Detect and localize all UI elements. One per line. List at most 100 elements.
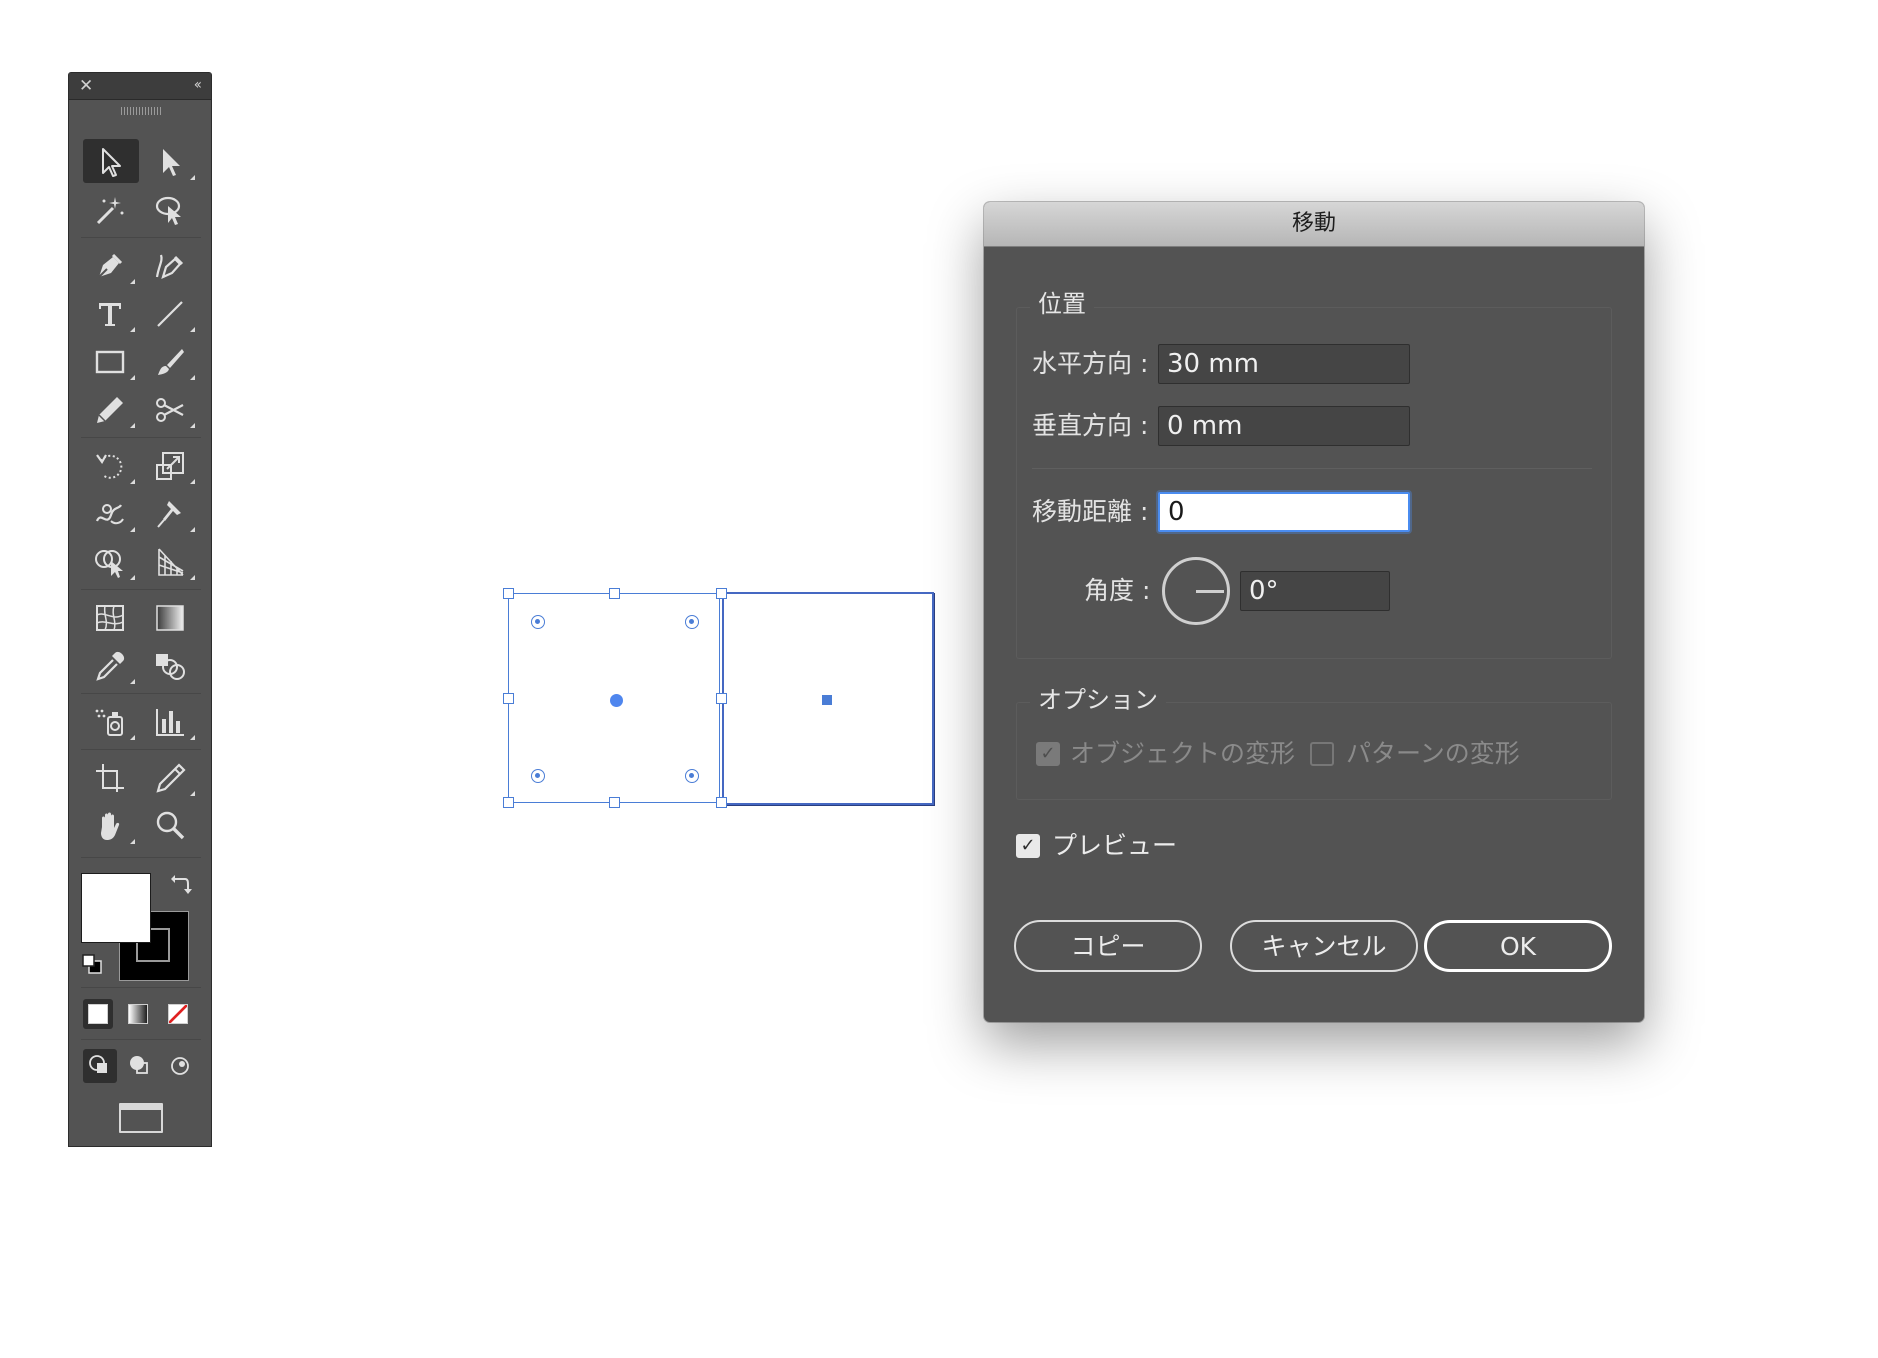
angle-dial[interactable] [1162,557,1230,625]
gradient-tool[interactable] [143,595,199,639]
preview-label: プレビュー [1052,831,1178,860]
preview-center-point [822,695,832,705]
gradient-tool-icon [156,605,184,631]
shape-builder-tool[interactable] [83,539,139,583]
column-graph-tool-icon [156,709,184,736]
mesh-tool-icon [96,605,124,631]
eyedropper-tool[interactable] [83,643,139,687]
color-mode-button[interactable] [83,999,113,1029]
bounding-box-handle-bl[interactable] [503,797,514,808]
blend-tool[interactable] [143,643,199,687]
curvature-tool[interactable] [143,243,199,287]
rectangle-tool-icon [95,350,125,374]
preview-checkbox[interactable]: ✓ [1016,834,1040,858]
scissors-tool[interactable] [143,387,199,431]
hand-tool[interactable] [83,803,139,847]
corner-widget-bl[interactable] [531,769,545,783]
transform-objects-checkbox[interactable]: ✓ [1036,742,1060,766]
artboard-tool[interactable] [83,755,139,799]
fill-swatch[interactable] [81,873,151,943]
slice-tool[interactable] [143,755,199,799]
bounding-box-handle-r[interactable] [716,693,727,704]
flyout-indicator [130,479,135,484]
distance-input[interactable] [1158,492,1410,532]
flyout-indicator [190,791,195,796]
bounding-box-handle-b[interactable] [609,797,620,808]
flyout-indicator [130,375,135,380]
symbol-sprayer-tool[interactable] [83,699,139,743]
corner-widget-tr[interactable] [685,615,699,629]
direct-selection-tool[interactable] [143,139,199,183]
perspective-grid-tool[interactable] [143,539,199,583]
zoom-tool-icon [156,811,185,840]
bounding-box-handle-l[interactable] [503,693,514,704]
tool-divider [81,437,201,438]
direct-selection-tool-icon [163,149,180,176]
shape-builder-tool-icon [95,550,123,578]
mesh-tool[interactable] [83,595,139,639]
draw-behind-icon [130,1056,148,1074]
draw-inside-button[interactable] [163,1049,197,1083]
flyout-indicator [190,527,195,532]
slice-tool-icon [156,763,186,793]
selection-tool-icon [102,148,121,177]
hand-tool-icon [101,812,120,840]
scale-tool[interactable] [143,443,199,487]
gradient-mode-button[interactable] [123,999,153,1029]
puppet-warp-tool-icon [157,501,181,528]
blend-tool-icon [156,654,185,680]
angle-input[interactable] [1240,571,1390,611]
tool-divider [81,749,201,750]
magic-wand-tool-icon [96,197,124,225]
magic-wand-tool[interactable] [83,187,139,231]
line-segment-tool[interactable] [143,291,199,335]
corner-widget-br[interactable] [685,769,699,783]
warp-tool[interactable] [83,491,139,535]
horizontal-label: 水平方向 : [1032,349,1149,378]
rotate-tool[interactable] [83,443,139,487]
zoom-tool[interactable] [143,803,199,847]
flyout-indicator [190,479,195,484]
selection-tool[interactable] [83,139,139,183]
bounding-box-handle-t[interactable] [609,588,620,599]
perspective-grid-tool-icon [158,548,184,576]
collapse-icon[interactable]: ‹‹ [194,75,202,95]
corner-widget-tl[interactable] [531,615,545,629]
swap-fill-stroke-icon[interactable] [169,873,193,897]
cancel-button[interactable]: キャンセル [1230,920,1418,972]
distance-label: 移動距離 : [1032,497,1149,526]
transform-patterns-checkbox[interactable] [1310,742,1334,766]
bounding-box-handle-tr[interactable] [716,588,727,599]
flyout-indicator [190,327,195,332]
curvature-tool-icon [155,254,184,279]
change-screen-mode-button[interactable] [119,1103,163,1133]
bounding-box-handle-tl[interactable] [503,588,514,599]
horizontal-input[interactable] [1158,344,1410,384]
pencil-tool[interactable] [83,387,139,431]
vertical-input[interactable] [1158,406,1410,446]
close-icon[interactable]: ✕ [79,76,93,96]
panel-grip-handle[interactable] [121,107,161,115]
pen-tool[interactable] [83,243,139,287]
transform-objects-label: オブジェクトの変形 [1070,739,1296,768]
type-tool[interactable] [83,291,139,335]
draw-normal-icon [89,1055,107,1073]
flyout-indicator [130,423,135,428]
draw-behind-button[interactable] [123,1049,157,1083]
rectangle-tool[interactable] [83,339,139,383]
none-mode-button[interactable] [163,999,193,1029]
vertical-label: 垂直方向 : [1032,411,1149,440]
copy-button[interactable]: コピー [1014,920,1202,972]
angle-label: 角度 : [1084,576,1151,605]
lasso-tool[interactable] [143,187,199,231]
paintbrush-tool[interactable] [143,339,199,383]
puppet-warp-tool[interactable] [143,491,199,535]
ok-button[interactable]: OK [1424,920,1612,972]
column-graph-tool[interactable] [143,699,199,743]
line-segment-tool-icon [157,301,183,327]
bounding-box-handle-br[interactable] [716,797,727,808]
default-fill-stroke-icon[interactable] [81,953,103,975]
symbol-sprayer-tool-icon [95,709,123,736]
draw-normal-button[interactable] [83,1049,117,1083]
flyout-indicator [130,679,135,684]
